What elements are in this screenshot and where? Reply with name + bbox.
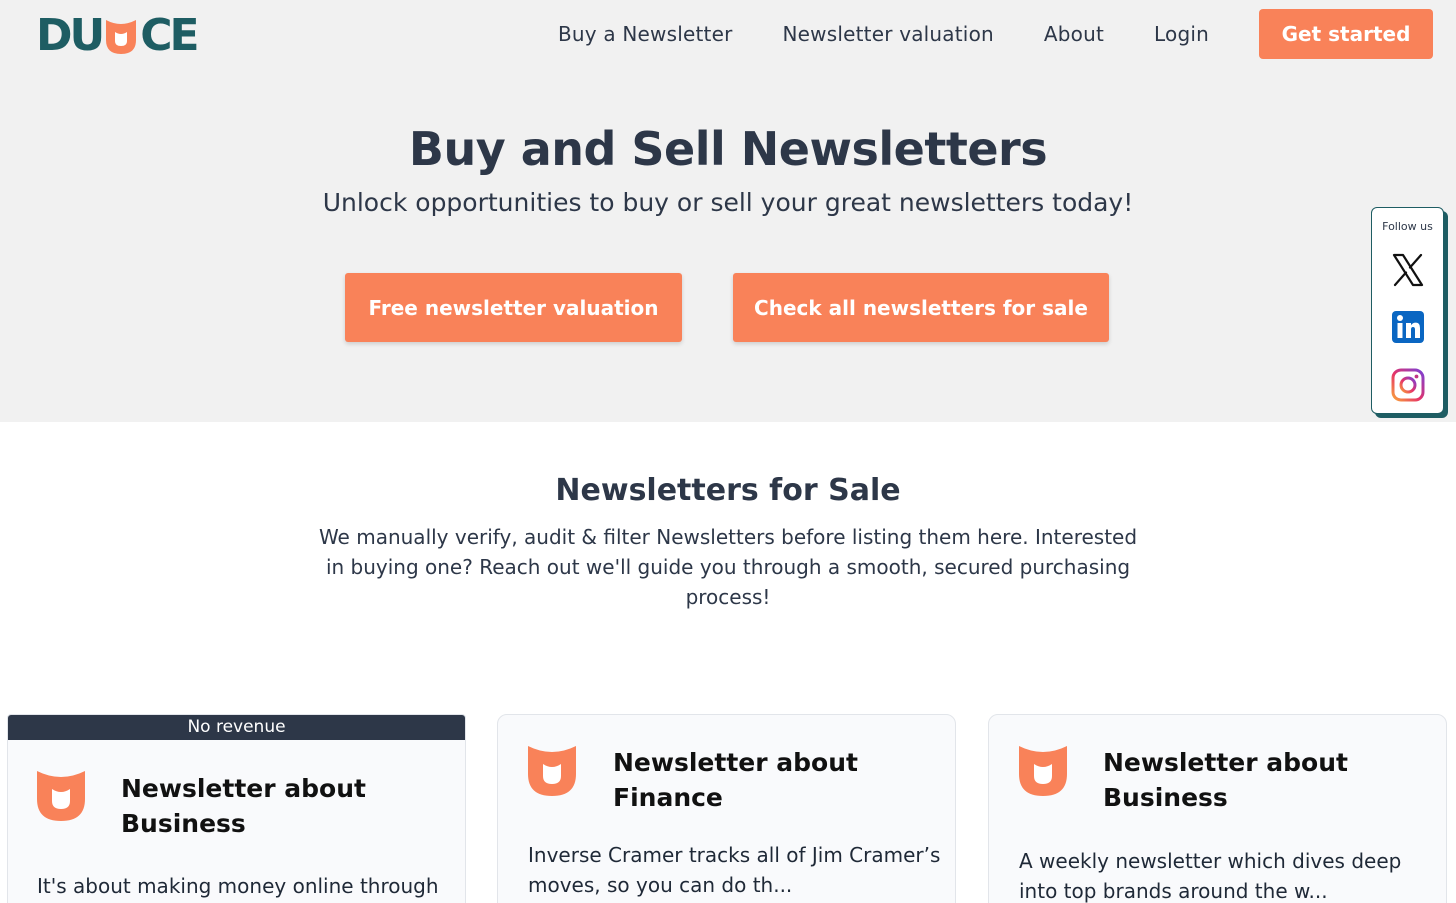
hero-title: Buy and Sell Newsletters: [408, 122, 1048, 176]
nav-about[interactable]: About: [1044, 22, 1104, 46]
check-newsletters-button[interactable]: Check all newsletters for sale: [733, 273, 1109, 342]
newsletter-logo-icon: [528, 746, 576, 796]
hero-subtitle: Unlock opportunities to buy or sell your…: [322, 188, 1134, 217]
nav-buy-newsletter[interactable]: Buy a Newsletter: [558, 22, 733, 46]
hero-section: DU CE Buy a Newsletter Newsletter valuat…: [0, 0, 1456, 422]
card-description: It's about making money online through: [37, 874, 439, 898]
section-description: We manually verify, audit & filter Newsl…: [318, 525, 1138, 609]
card-title: Newsletter about Business: [121, 774, 366, 838]
newsletter-logo-icon: [1019, 746, 1067, 796]
newsletter-logo-icon: [37, 771, 85, 821]
logo-text-right: CE: [140, 10, 199, 61]
linkedin-icon[interactable]: [1390, 309, 1426, 345]
free-valuation-button[interactable]: Free newsletter valuation: [345, 273, 682, 342]
newsletter-card[interactable]: Newsletter about Business A weekly newsl…: [988, 714, 1447, 903]
follow-us-label: Follow us: [1382, 220, 1433, 233]
instagram-icon[interactable]: [1390, 367, 1426, 403]
section-title: Newsletters for Sale: [555, 473, 901, 508]
newsletter-card[interactable]: No revenue Newsletter about Business It'…: [7, 714, 466, 903]
revenue-badge: No revenue: [8, 715, 465, 740]
card-title: Newsletter about Finance: [613, 748, 858, 812]
logo-mark-icon: [106, 20, 137, 54]
follow-us-widget: Follow us: [1371, 207, 1444, 414]
x-icon[interactable]: [1390, 252, 1426, 288]
main-nav: Buy a Newsletter Newsletter valuation Ab…: [558, 0, 1456, 68]
card-description: A weekly newsletter which dives deep int…: [1019, 849, 1402, 903]
nav-login[interactable]: Login: [1154, 22, 1209, 46]
get-started-button[interactable]: Get started: [1259, 9, 1433, 59]
newsletter-card[interactable]: Newsletter about Finance Inverse Cramer …: [497, 714, 956, 903]
card-description: Inverse Cramer tracks all of Jim Cramer’…: [528, 843, 941, 897]
nav-newsletter-valuation[interactable]: Newsletter valuation: [783, 22, 994, 46]
logo-text-left: DU: [36, 10, 105, 61]
duuce-logo[interactable]: DU CE: [36, 10, 200, 61]
card-title: Newsletter about Business: [1103, 748, 1348, 812]
